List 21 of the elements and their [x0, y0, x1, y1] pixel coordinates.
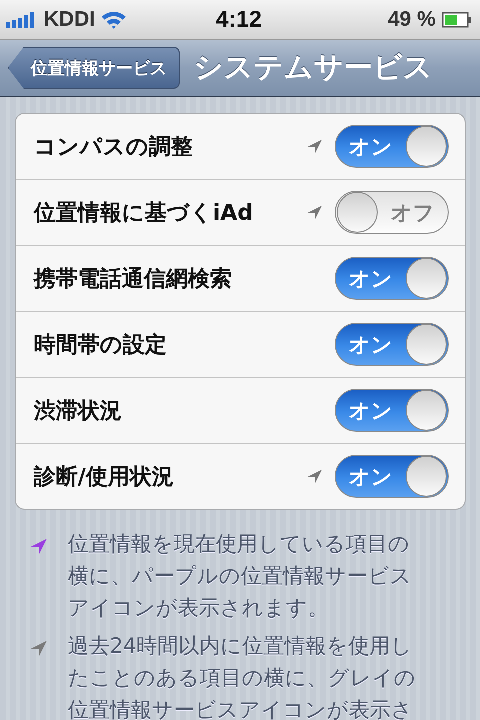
battery-percent: 49 %: [388, 8, 436, 32]
setting-label: コンパスの調整: [34, 134, 193, 162]
toggle-switch[interactable]: オン: [335, 257, 449, 300]
toggle-switch[interactable]: オン: [335, 323, 449, 366]
toggle-switch[interactable]: オフ: [335, 191, 449, 234]
setting-label: 診断/使用状況: [34, 464, 174, 492]
battery-icon: [442, 12, 472, 28]
toggle-switch[interactable]: オン: [335, 455, 449, 498]
toggle-switch[interactable]: オン: [335, 125, 449, 168]
toggle-switch[interactable]: オン: [335, 389, 449, 432]
carrier-name: KDDI: [44, 8, 96, 32]
footnote-text: 過去24時間以内に位置情報を使用したことのある項目の横に、グレイの位置情報サービスアイコンが表示さ: [68, 633, 417, 720]
wifi-icon: [101, 10, 128, 30]
screen-title: システムサービス: [194, 49, 433, 86]
back-button[interactable]: 位置情報サービス: [8, 47, 180, 89]
footnote-text: 位置情報を現在使用している項目の横に、パープルの位置情報サービスアイコンが表示されます。: [68, 531, 413, 622]
clock-time: 4:12: [216, 6, 262, 33]
setting-label: 渋滞状況: [34, 398, 122, 426]
setting-label: 位置情報に基づくiAd: [34, 200, 254, 228]
setting-label: 携帯電話通信網検索: [34, 266, 232, 294]
setting-label: 時間帯の設定: [34, 332, 167, 360]
